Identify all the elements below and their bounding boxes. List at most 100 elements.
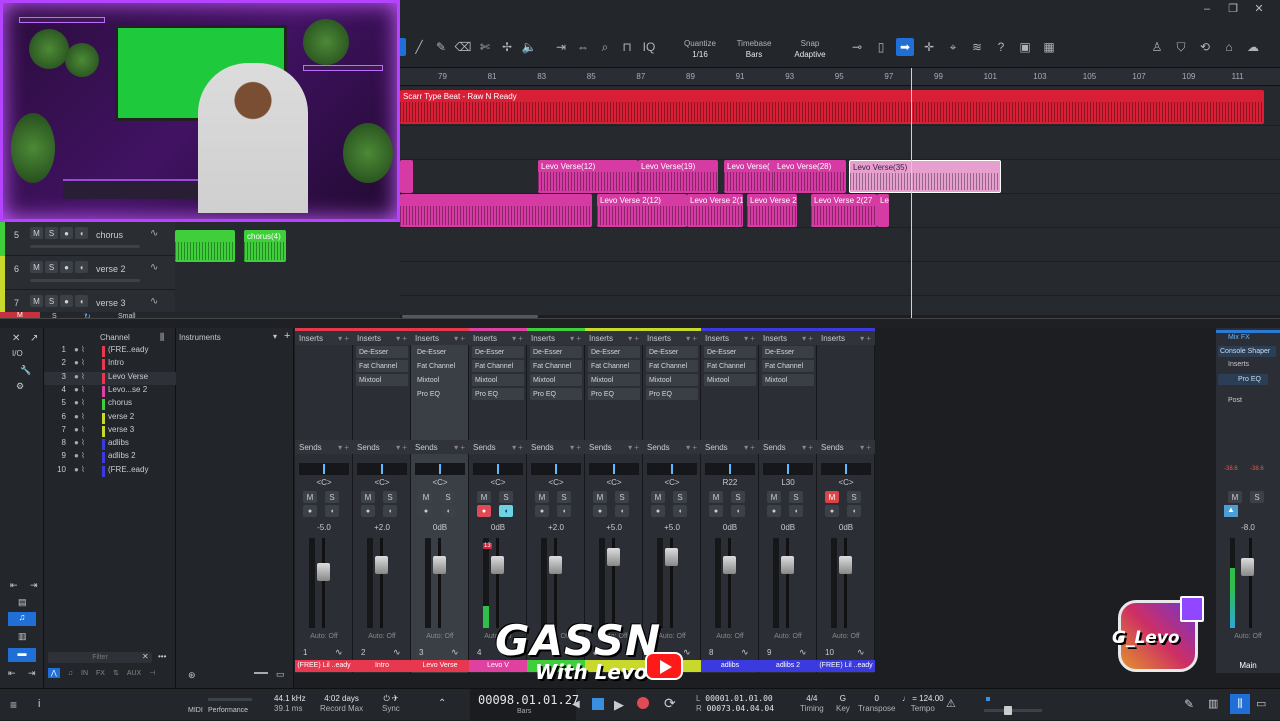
listen-tool-icon[interactable]: 🔈 <box>520 38 538 56</box>
record-arm-icon[interactable]: ● <box>361 505 375 517</box>
tab-instrument[interactable]: ♫ <box>68 670 73 677</box>
add-icon[interactable]: ▾ + <box>396 334 407 343</box>
timebase-field[interactable]: Timebase Bars <box>734 38 774 60</box>
add-icon[interactable]: ▾ + <box>686 334 697 343</box>
sends-header[interactable]: Sends ▾ + <box>295 440 353 454</box>
record-arm-icon[interactable]: ● <box>825 505 839 517</box>
layers-icon[interactable]: ▥ <box>18 631 27 642</box>
network-icon[interactable]: ⚙ <box>16 381 24 392</box>
insert-slot[interactable]: Mixtool <box>356 374 408 386</box>
monitor-icon[interactable]: ◖ <box>673 505 687 517</box>
add-icon[interactable]: + <box>284 330 290 342</box>
solo-button[interactable]: S <box>615 491 629 503</box>
solo-button[interactable]: S <box>847 491 861 503</box>
channel-row[interactable]: 1 ● ⌇ (FRE..eady <box>44 345 176 358</box>
mute-button[interactable]: M <box>30 261 43 273</box>
mute-button[interactable]: M <box>303 491 317 503</box>
minimize-icon[interactable]: – <box>1194 3 1220 15</box>
position-display[interactable]: 00098.01.01.27 Bars <box>470 689 579 721</box>
monitor-icon[interactable]: ◖ <box>75 295 88 307</box>
insert-slot[interactable]: De-Esser <box>530 346 582 358</box>
instrument-icon[interactable]: ♫ <box>8 612 36 626</box>
panel-icon[interactable]: ▭ <box>276 669 285 680</box>
pan-slider[interactable] <box>531 463 581 475</box>
track-volume-slider[interactable] <box>30 279 140 282</box>
clip-levo-1[interactable]: Levo Verse(12) <box>538 160 638 193</box>
mono-icon[interactable]: ▲ <box>1224 505 1238 517</box>
wrench-icon[interactable]: 🔧 <box>20 365 31 376</box>
pan-slider[interactable] <box>357 463 407 475</box>
pan-slider[interactable] <box>473 463 523 475</box>
visibility-icon[interactable]: ● ⌇ <box>74 398 85 407</box>
record-arm-icon[interactable]: ● <box>767 505 781 517</box>
insert-slot[interactable]: Mixtool <box>588 374 640 386</box>
insert-slot[interactable]: Fat Channel <box>472 360 524 372</box>
add-icon[interactable]: ▾ + <box>512 334 523 343</box>
volume-fader[interactable] <box>781 556 794 574</box>
channel-row[interactable]: 3 ● ⌇ Levo Verse <box>44 371 176 385</box>
sends-header[interactable]: Sends ▾ + <box>411 440 469 454</box>
solo-button[interactable]: S <box>45 227 58 239</box>
add-icon[interactable]: ▾ + <box>454 443 465 452</box>
channel-row[interactable]: 2 ● ⌇ Intro <box>44 358 176 371</box>
insert-slot[interactable]: Mixtool <box>530 374 582 386</box>
channel-row[interactable]: 8 ● ⌇ adlibs <box>44 438 176 451</box>
list-icon[interactable]: ▤ <box>18 597 27 608</box>
monitor-icon[interactable]: ◖ <box>75 227 88 239</box>
inserts-header[interactable]: Inserts ▾ + <box>469 331 527 345</box>
insert-slot[interactable]: Mixtool <box>414 374 466 386</box>
monitor-icon[interactable]: ◖ <box>615 505 629 517</box>
pan-slider[interactable] <box>299 463 349 475</box>
clip-levo2-3[interactable]: Levo Verse 2 <box>747 194 797 227</box>
tempo-icon[interactable]: ≋ <box>968 38 986 56</box>
user-icon[interactable]: ♙ <box>1148 38 1166 56</box>
inserts-header[interactable]: Inserts ▾ + <box>353 331 411 345</box>
monitor-icon[interactable]: ◖ <box>499 505 513 517</box>
clip-levo2-5[interactable]: Le <box>877 194 889 227</box>
clip-levo2-4[interactable]: Levo Verse 2(27 <box>811 194 877 227</box>
insert-slot[interactable]: De-Esser <box>356 346 408 358</box>
expand-icon[interactable]: ⇥ <box>28 668 36 679</box>
add-icon[interactable]: ▾ + <box>338 334 349 343</box>
pan-slider[interactable] <box>763 463 813 475</box>
instrument-rack-icon[interactable]: ⊛ <box>188 670 196 681</box>
minimize-panel-icon[interactable] <box>254 672 268 674</box>
browse-icon[interactable]: ▥ <box>1208 697 1218 710</box>
panel-divider[interactable] <box>0 318 1280 328</box>
dropdown-icon[interactable]: ▾ <box>273 332 277 341</box>
visibility-icon[interactable]: ● ⌇ <box>74 425 85 434</box>
volume-fader[interactable] <box>375 556 388 574</box>
add-icon[interactable]: ▾ + <box>686 443 697 452</box>
volume-fader[interactable] <box>839 556 852 574</box>
monitor-icon[interactable]: ◖ <box>847 505 861 517</box>
mute-button[interactable]: M <box>477 491 491 503</box>
sample-rate[interactable]: 44.1 kHz 39.1 ms <box>274 694 306 714</box>
clip-levo2-1[interactable]: Levo Verse 2(12) <box>597 194 687 227</box>
pan-slider[interactable] <box>415 463 465 475</box>
automation-mode[interactable]: Auto: Off <box>701 633 759 640</box>
insert-slot[interactable]: Fat Channel <box>530 360 582 372</box>
insert-slot[interactable]: Mixtool <box>472 374 524 386</box>
mute-button[interactable]: M <box>535 491 549 503</box>
track-header-6[interactable]: 6 M S ● ◖ verse 2 ∿ <box>0 256 175 290</box>
menu-icon[interactable]: ≡ <box>10 698 17 712</box>
add-icon[interactable]: ▾ + <box>512 443 523 452</box>
solo-button[interactable]: S <box>441 491 455 503</box>
clip-levo2-2[interactable]: Levo Verse 2(1 <box>687 194 743 227</box>
quantize-icon[interactable]: ⊓ <box>618 38 636 56</box>
mute-button[interactable]: M <box>651 491 665 503</box>
mute-button[interactable]: M <box>593 491 607 503</box>
tab-audio[interactable]: ⋀ <box>48 668 60 678</box>
sends-header[interactable]: Sends ▾ + <box>701 440 759 454</box>
help-icon[interactable]: ? <box>992 38 1010 56</box>
insert-slot[interactable]: Mixtool <box>704 374 756 386</box>
bend-tool-icon[interactable]: ⇥ <box>552 38 570 56</box>
automation-mode[interactable]: Auto: Off <box>759 633 817 640</box>
visibility-icon[interactable]: ● ⌇ <box>74 465 85 474</box>
quantize-field[interactable]: Quantize 1/16 <box>680 38 720 60</box>
monitor-icon[interactable]: ◖ <box>75 261 88 273</box>
metronome-icon[interactable]: ⚠ <box>946 697 956 710</box>
insert-slot[interactable]: Fat Channel <box>704 360 756 372</box>
loop-button[interactable]: ⟳ <box>664 695 676 712</box>
inserts-header[interactable]: Inserts ▾ + <box>759 331 817 345</box>
